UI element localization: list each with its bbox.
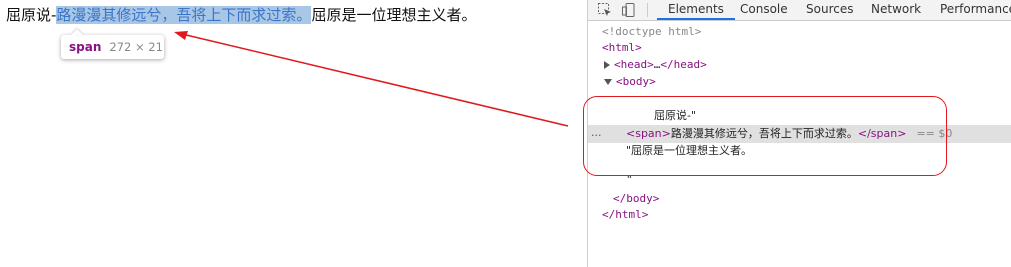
inspect-tooltip: span 272 × 21 — [61, 35, 164, 59]
tab-network[interactable]: Network — [871, 0, 921, 20]
toolbar-separator — [647, 3, 648, 17]
expand-triangle-icon[interactable] — [604, 61, 610, 69]
highlighted-span[interactable]: 路漫漫其修远兮，吾将上下而求过索。 — [56, 6, 312, 24]
doctype-text: <!doctype html> — [602, 25, 702, 38]
inspect-element-icon[interactable] — [597, 2, 613, 18]
dom-html-open[interactable]: <html> — [602, 40, 642, 56]
tooltip-tag-name: span — [69, 40, 102, 54]
dom-body-open[interactable]: <body> — [604, 74, 656, 90]
dom-head[interactable]: <head>…</head> — [604, 57, 707, 73]
text-after: 屈原是一位理想主义者。 — [311, 6, 477, 24]
body-close-tag: </body> — [613, 192, 660, 205]
html-tag: <html> — [602, 41, 642, 54]
tooltip-size: 272 × 21 — [109, 40, 163, 54]
text-before: 屈原说- — [6, 6, 57, 24]
annotation-oval — [583, 96, 947, 176]
dom-body-close[interactable]: </body> — [613, 191, 659, 207]
tab-console[interactable]: Console — [740, 0, 788, 20]
page-viewport: 屈原说-路漫漫其修远兮，吾将上下而求过索。屈原是一位理想主义者。 span 272… — [0, 0, 587, 267]
page-text: 屈原说-路漫漫其修远兮，吾将上下而求过索。屈原是一位理想主义者。 — [6, 5, 476, 26]
collapse-triangle-icon[interactable] — [604, 79, 612, 85]
dom-html-close[interactable]: </html> — [602, 207, 648, 223]
html-close-tag: </html> — [602, 208, 649, 221]
dom-doctype[interactable]: <!doctype html> — [602, 24, 701, 40]
head-close-tag: </head> — [660, 58, 707, 71]
tab-performance[interactable]: Performance — [940, 0, 1011, 20]
tab-elements[interactable]: Elements — [657, 0, 735, 20]
tab-sources[interactable]: Sources — [806, 0, 853, 20]
head-open-tag: <head> — [614, 58, 654, 71]
device-toolbar-icon[interactable] — [621, 2, 637, 18]
body-open-tag: <body> — [616, 75, 656, 88]
devtools-toolbar: Elements Console Sources Network Perform… — [588, 0, 1011, 21]
